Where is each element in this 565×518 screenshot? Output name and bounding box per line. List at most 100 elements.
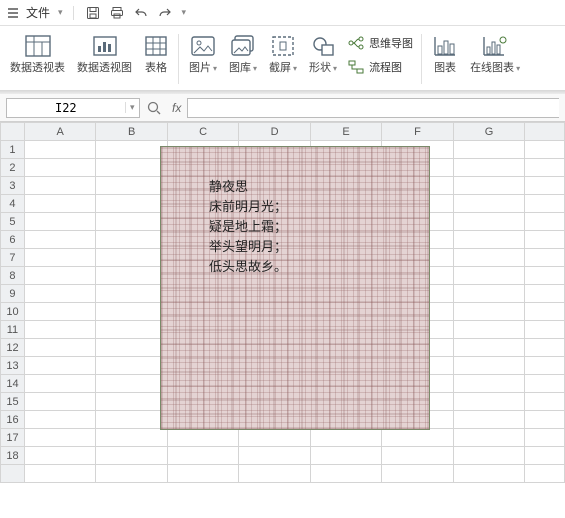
select-all-corner[interactable] <box>1 123 25 141</box>
file-menu[interactable]: 文件 <box>26 4 50 21</box>
screenshot-button[interactable]: 截屏▾ <box>263 30 303 90</box>
cell[interactable] <box>453 267 524 285</box>
cell[interactable] <box>453 393 524 411</box>
chevron-down-icon[interactable]: ▾ <box>125 102 139 113</box>
shape-button[interactable]: 形状▾ <box>303 30 343 90</box>
cell[interactable] <box>96 321 167 339</box>
cell[interactable] <box>525 447 565 465</box>
cell[interactable] <box>96 249 167 267</box>
cell[interactable] <box>24 339 95 357</box>
cell[interactable] <box>525 231 565 249</box>
save-icon[interactable] <box>84 6 102 20</box>
cell[interactable] <box>453 141 524 159</box>
cell[interactable] <box>453 213 524 231</box>
cell[interactable] <box>382 429 453 447</box>
flowchart-button[interactable]: 流程图 <box>347 56 413 78</box>
cell[interactable] <box>96 465 167 483</box>
chart-button[interactable]: 图表 <box>426 30 464 90</box>
cell[interactable] <box>24 375 95 393</box>
cell[interactable] <box>525 303 565 321</box>
cell[interactable] <box>24 159 95 177</box>
cell[interactable] <box>24 177 95 195</box>
cell[interactable] <box>453 285 524 303</box>
name-box-input[interactable] <box>7 101 125 115</box>
cell[interactable] <box>525 285 565 303</box>
row-header[interactable]: 16 <box>1 411 25 429</box>
cell[interactable] <box>525 141 565 159</box>
cell[interactable] <box>453 339 524 357</box>
cell[interactable] <box>453 195 524 213</box>
table-button[interactable]: 表格 <box>138 30 174 90</box>
cell[interactable] <box>453 321 524 339</box>
cell[interactable] <box>310 465 381 483</box>
cell[interactable] <box>96 213 167 231</box>
picture-button[interactable]: 图片▾ <box>183 30 223 90</box>
cell[interactable] <box>453 303 524 321</box>
col-header[interactable]: G <box>453 123 524 141</box>
cell[interactable] <box>525 213 565 231</box>
cell[interactable] <box>96 375 167 393</box>
row-header[interactable]: 2 <box>1 159 25 177</box>
chevron-down-icon[interactable]: ▾ <box>58 7 63 18</box>
cell[interactable] <box>24 249 95 267</box>
cell[interactable] <box>24 285 95 303</box>
row-header[interactable]: 10 <box>1 303 25 321</box>
pivot-table-button[interactable]: 数据透视表 <box>4 30 71 90</box>
cell[interactable] <box>96 195 167 213</box>
cell[interactable] <box>96 393 167 411</box>
cell[interactable] <box>453 447 524 465</box>
cell[interactable] <box>96 159 167 177</box>
cell[interactable] <box>24 213 95 231</box>
print-icon[interactable] <box>108 6 126 20</box>
row-header[interactable]: 9 <box>1 285 25 303</box>
row-header[interactable]: 7 <box>1 249 25 267</box>
row-header[interactable]: 15 <box>1 393 25 411</box>
cell[interactable] <box>24 321 95 339</box>
cell[interactable] <box>525 465 565 483</box>
cell[interactable] <box>453 177 524 195</box>
cell[interactable] <box>96 447 167 465</box>
row-header[interactable]: 4 <box>1 195 25 213</box>
cell[interactable] <box>96 177 167 195</box>
col-header[interactable]: A <box>24 123 95 141</box>
row-header[interactable]: 13 <box>1 357 25 375</box>
cell[interactable] <box>525 357 565 375</box>
cell[interactable] <box>24 141 95 159</box>
cell[interactable] <box>24 195 95 213</box>
cell[interactable] <box>96 285 167 303</box>
cell[interactable] <box>525 159 565 177</box>
text-box-shape[interactable]: 静夜思 床前明月光； 疑是地上霜； 举头望明月； 低头思故乡。 <box>160 146 430 430</box>
cell[interactable] <box>96 141 167 159</box>
undo-icon[interactable] <box>132 6 150 20</box>
row-header[interactable] <box>1 465 25 483</box>
cell[interactable] <box>310 429 381 447</box>
col-header[interactable]: E <box>310 123 381 141</box>
cell[interactable] <box>525 429 565 447</box>
cell[interactable] <box>96 411 167 429</box>
row-header[interactable]: 3 <box>1 177 25 195</box>
row-header[interactable]: 8 <box>1 267 25 285</box>
cell[interactable] <box>453 159 524 177</box>
cell[interactable] <box>24 303 95 321</box>
cell[interactable] <box>525 321 565 339</box>
cell[interactable] <box>24 357 95 375</box>
cell[interactable] <box>525 393 565 411</box>
cell[interactable] <box>453 231 524 249</box>
cell[interactable] <box>239 447 310 465</box>
cell[interactable] <box>24 393 95 411</box>
fx-icon[interactable]: fx <box>172 101 181 115</box>
redo-icon[interactable] <box>156 6 174 20</box>
cell[interactable] <box>453 357 524 375</box>
cell[interactable] <box>453 465 524 483</box>
formula-input[interactable] <box>187 98 559 118</box>
cell[interactable] <box>24 267 95 285</box>
cell[interactable] <box>525 375 565 393</box>
cell[interactable] <box>525 267 565 285</box>
cell[interactable] <box>525 249 565 267</box>
cell[interactable] <box>525 411 565 429</box>
pivot-chart-button[interactable]: 数据透视图 <box>71 30 138 90</box>
cell[interactable] <box>24 429 95 447</box>
gallery-button[interactable]: 图库▾ <box>223 30 263 90</box>
cell[interactable] <box>453 249 524 267</box>
cell[interactable] <box>382 447 453 465</box>
